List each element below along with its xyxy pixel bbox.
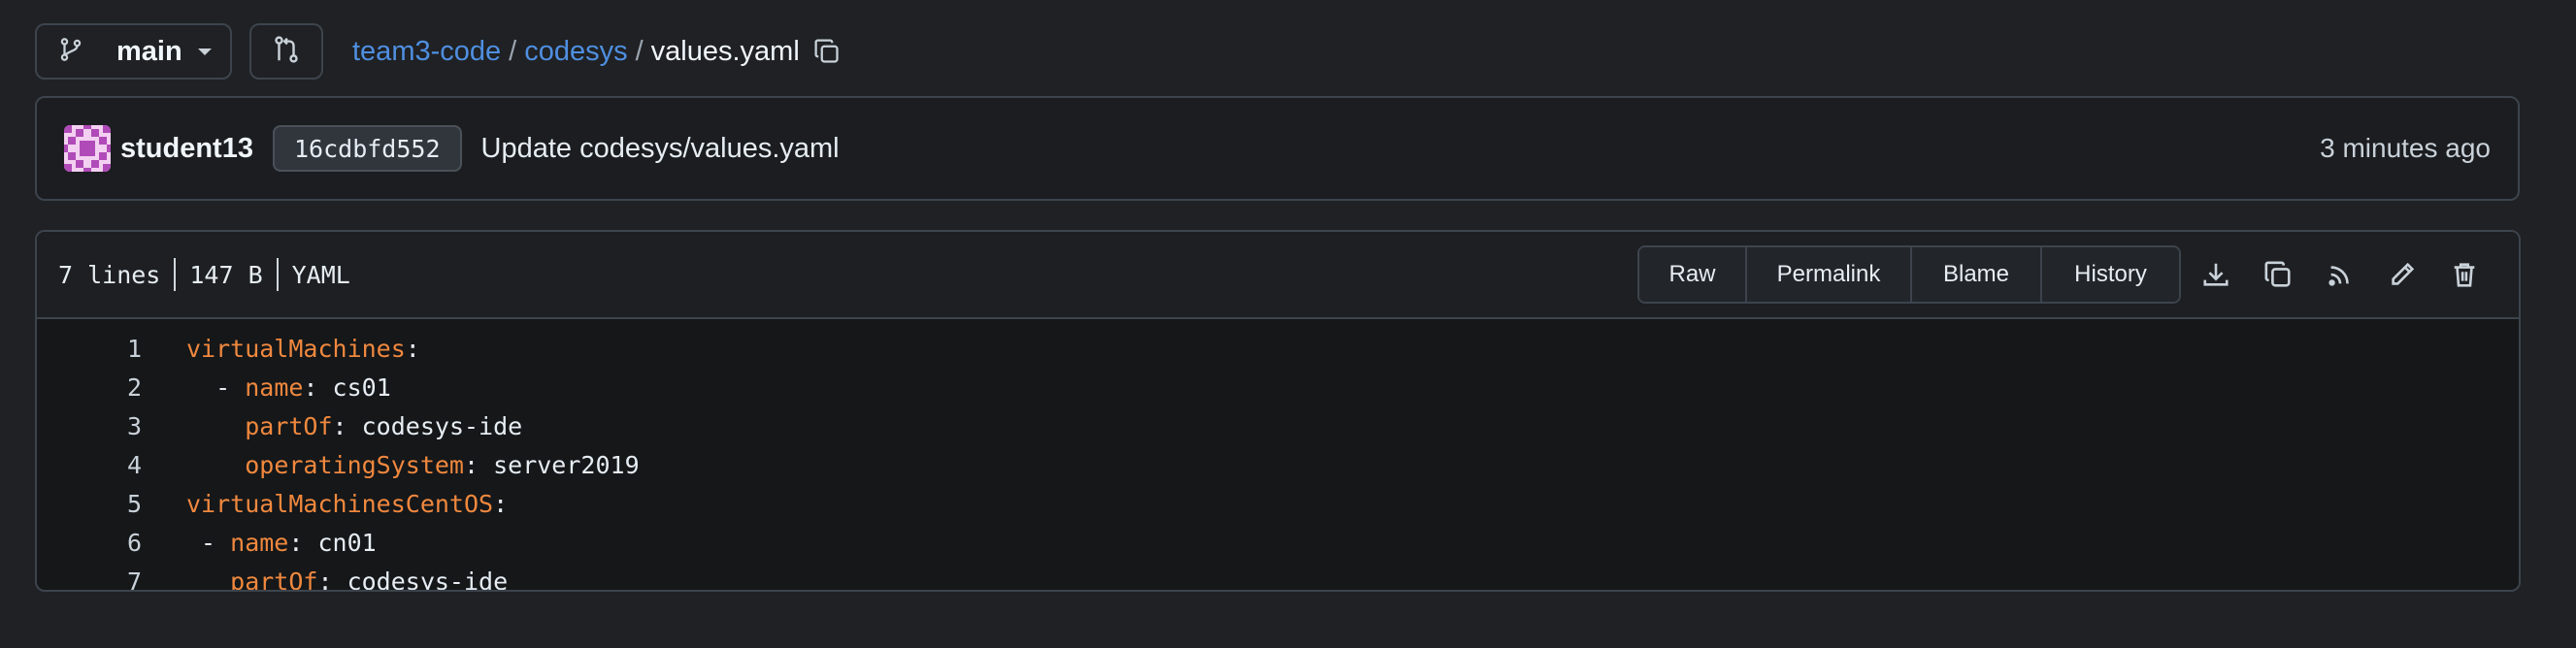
code-line: 2 - name: cs01 bbox=[37, 368, 2519, 406]
code-line: 7 partOf: codesys-ide bbox=[37, 562, 2519, 592]
divider bbox=[276, 258, 279, 291]
line-indent: - bbox=[186, 528, 231, 557]
breadcrumb-file-name: values.yaml bbox=[650, 35, 800, 67]
line-content: partOf: codesys-ide bbox=[186, 567, 509, 592]
yaml-key: virtualMachinesCentOS bbox=[186, 489, 494, 518]
yaml-key: name bbox=[245, 373, 304, 402]
code-line: 4 operatingSystem: server2019 bbox=[37, 445, 2519, 484]
yaml-value: : codesys-ide bbox=[332, 411, 523, 440]
line-number[interactable]: 6 bbox=[37, 529, 142, 557]
yaml-key: virtualMachines bbox=[186, 334, 406, 363]
line-content: - name: cs01 bbox=[186, 373, 391, 402]
line-content: operatingSystem: server2019 bbox=[186, 450, 640, 479]
commit-time: 3 minutes ago bbox=[2320, 133, 2491, 163]
yaml-value: : server2019 bbox=[464, 450, 640, 479]
commit-sha-badge[interactable]: 16cdbfd552 bbox=[272, 125, 462, 172]
yaml-value: : cn01 bbox=[288, 528, 377, 557]
chevron-down-icon bbox=[197, 48, 212, 55]
yaml-key: partOf bbox=[245, 411, 333, 440]
file-meta: 7 lines 147 B YAML bbox=[58, 258, 350, 291]
yaml-value: : bbox=[493, 489, 509, 518]
yaml-value: : bbox=[405, 334, 420, 363]
breadcrumb-folder-link[interactable]: codesys bbox=[524, 36, 627, 68]
copy-icon[interactable] bbox=[2247, 245, 2309, 304]
commit-author[interactable]: student13 bbox=[120, 133, 253, 165]
code-line: 6 - name: cn01 bbox=[37, 523, 2519, 562]
file-actions-group: Raw Permalink Blame History bbox=[1637, 245, 2181, 304]
code-line: 3 partOf: codesys-ide bbox=[37, 406, 2519, 445]
file-header: 7 lines 147 B YAML Raw Permalink Blame H… bbox=[37, 232, 2519, 319]
history-button[interactable]: History bbox=[2042, 247, 2179, 302]
code-body: 1 virtualMachines: 2 - name: cs01 3 partOf:… bbox=[37, 319, 2519, 592]
permalink-button[interactable]: Permalink bbox=[1747, 247, 1912, 302]
branch-name: main bbox=[116, 35, 182, 67]
divider bbox=[174, 258, 177, 291]
file-viewer: 7 lines 147 B YAML Raw Permalink Blame H… bbox=[35, 230, 2521, 592]
line-number[interactable]: 5 bbox=[37, 490, 142, 518]
copy-path-icon[interactable] bbox=[813, 38, 841, 65]
file-language: YAML bbox=[291, 260, 350, 289]
latest-commit-bar: student13 16cdbfd552 Update codesys/valu… bbox=[35, 96, 2520, 201]
download-icon[interactable] bbox=[2185, 245, 2247, 304]
yaml-key: partOf bbox=[230, 567, 318, 592]
pencil-icon[interactable] bbox=[2371, 245, 2433, 304]
breadcrumb-separator: / bbox=[509, 35, 517, 67]
line-number[interactable]: 4 bbox=[37, 451, 142, 479]
breadcrumb-repo-link[interactable]: team3-code bbox=[352, 36, 501, 68]
line-content: - name: cn01 bbox=[186, 529, 377, 557]
line-content: virtualMachinesCentOS: bbox=[186, 490, 508, 518]
yaml-value: : codesys-ide bbox=[317, 567, 509, 592]
line-indent: - bbox=[186, 373, 246, 402]
code-line: 1 virtualMachines: bbox=[37, 329, 2519, 368]
raw-button[interactable]: Raw bbox=[1639, 247, 1747, 302]
avatar[interactable] bbox=[64, 125, 111, 172]
line-content: virtualMachines: bbox=[186, 335, 420, 363]
symbols-icon[interactable] bbox=[2309, 245, 2371, 304]
yaml-key: operatingSystem bbox=[245, 450, 464, 479]
commit-message[interactable]: Update codesys/values.yaml bbox=[481, 133, 840, 165]
blame-button[interactable]: Blame bbox=[1912, 247, 2042, 302]
code-line: 5 virtualMachinesCentOS: bbox=[37, 484, 2519, 523]
yaml-key: name bbox=[230, 528, 289, 557]
line-number[interactable]: 1 bbox=[37, 335, 142, 363]
file-icon-actions bbox=[2185, 245, 2495, 304]
line-number[interactable]: 2 bbox=[37, 373, 142, 402]
branch-selector-button[interactable]: main bbox=[35, 23, 232, 80]
line-number[interactable]: 3 bbox=[37, 412, 142, 440]
trash-icon[interactable] bbox=[2433, 245, 2495, 304]
line-number[interactable]: 7 bbox=[37, 567, 142, 591]
breadcrumb: team3-code / codesys / values.yaml bbox=[352, 36, 841, 68]
git-compare-icon bbox=[272, 34, 301, 70]
repo-toolbar: main team3-code / codesys / values.yaml bbox=[35, 23, 841, 80]
file-size: 147 B bbox=[189, 260, 263, 289]
breadcrumb-separator: / bbox=[635, 35, 644, 67]
compare-button[interactable] bbox=[249, 23, 323, 80]
line-content: partOf: codesys-ide bbox=[186, 412, 522, 440]
git-branch-icon bbox=[58, 35, 83, 69]
yaml-value: : cs01 bbox=[303, 373, 391, 402]
line-count: 7 lines bbox=[58, 260, 161, 289]
